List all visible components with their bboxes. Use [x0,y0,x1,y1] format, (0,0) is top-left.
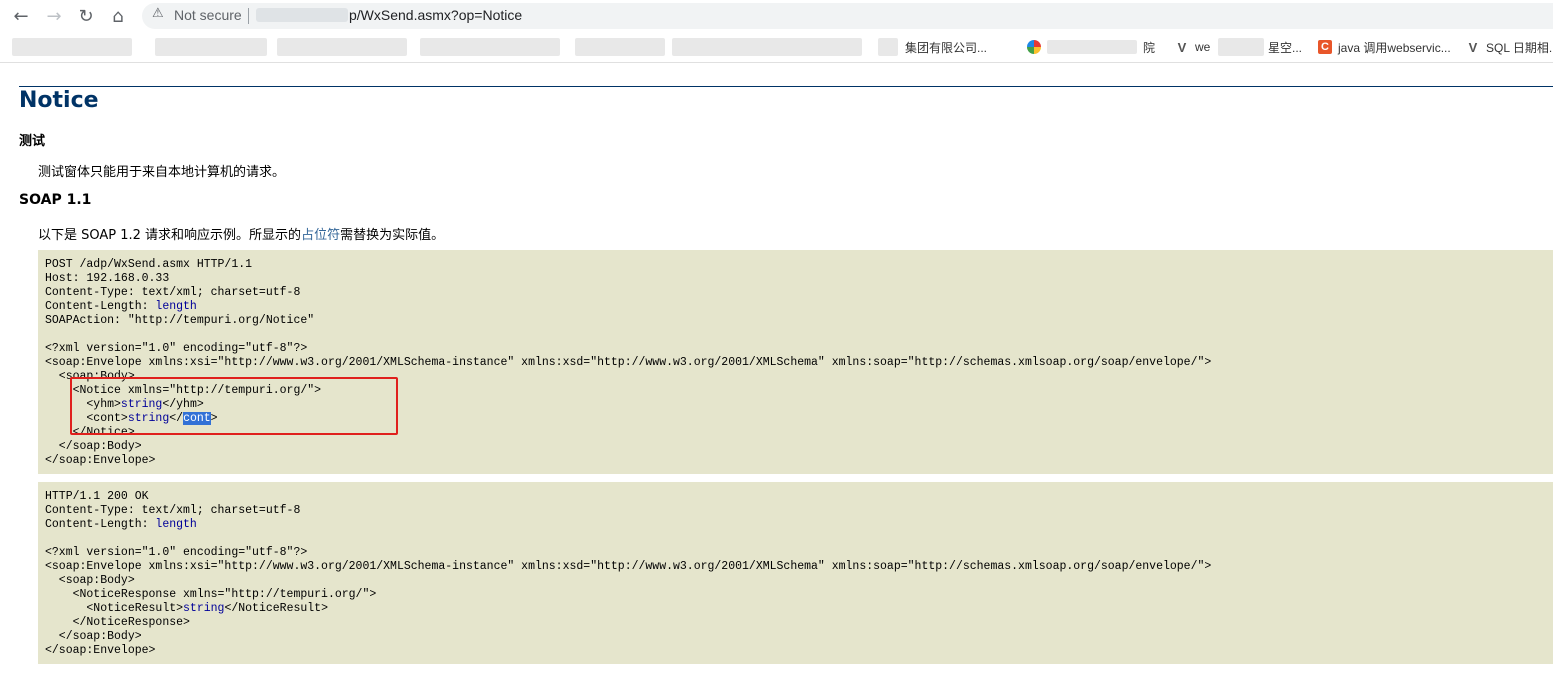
bookmark-label: java 调用webservic... [1338,40,1451,55]
intro-suffix: 需替换为实际值。 [340,228,445,243]
code-line: </NoticeResult> [224,602,328,615]
bookmark-item[interactable]: 院 [1027,38,1155,56]
code-line: Content-Length: [45,300,156,313]
intro-prefix: 以下是 SOAP 1.2 请求和响应示例。所显示的 [38,228,302,243]
v-logo-icon: V [1468,39,1478,55]
bookmark-redacted [12,38,132,56]
heading-rule [19,86,1553,87]
intro-text: 以下是 SOAP 1.2 请求和响应示例。所显示的占位符需替换为实际值。 [38,224,444,243]
response-code: HTTP/1.1 200 OK Content-Type: text/xml; … [45,490,1211,658]
placeholder-link[interactable]: 占位符 [301,228,340,243]
omnibox-divider [248,8,249,24]
url-redacted-host [256,8,348,22]
code-line: Content-Type: text/xml; charset=utf-8 [45,504,301,517]
bookmark-redacted [878,38,898,56]
code-line: Content-Type: text/xml; charset=utf-8 [45,286,301,299]
annotation-red-box [70,377,398,435]
bookmark-redacted [1047,40,1137,54]
test-note: 测试窗体只能用于来自本地计算机的请求。 [38,165,286,180]
code-line: <NoticeResponse xmlns="http://tempuri.or… [45,588,377,601]
warning-triangle-icon[interactable]: ⚠ [152,6,164,21]
response-code-block: HTTP/1.1 200 OK Content-Type: text/xml; … [38,482,1553,664]
code-line: Content-Length: [45,518,156,531]
bookmark-redacted [277,38,407,56]
bookmark-label: 集团有限公司... [905,40,988,55]
code-line: <soap:Body> [45,574,135,587]
code-line: </NoticeResponse> [45,616,190,629]
bookmark-item[interactable]: C java 调用webservic... [1318,38,1451,56]
bookmark-label: 星空... [1268,40,1303,55]
bookmark-item[interactable]: V SQL 日期相... [1466,38,1553,56]
request-code: POST /adp/WxSend.asmx HTTP/1.1 Host: 192… [45,258,1211,468]
code-line: <?xml version="1.0" encoding="utf-8"?> [45,546,308,559]
security-status[interactable]: Not secure [174,7,242,23]
code-line: POST /adp/WxSend.asmx HTTP/1.1 [45,258,253,271]
bookmark-redacted [1218,38,1264,56]
page-title: Notice [19,88,99,113]
bookmark-redacted [155,38,267,56]
code-line: </soap:Body> [45,630,142,643]
bookmark-label: SQL 日期相... [1486,40,1553,55]
placeholder-value: length [155,518,197,531]
soap-heading: SOAP 1.1 [19,192,92,208]
code-line: <?xml version="1.0" encoding="utf-8"?> [45,342,308,355]
home-icon[interactable]: ⌂ [106,4,130,28]
bookmark-item[interactable]: 集团有限公司... [905,38,987,56]
bookmarks-bar: 集团有限公司... 院 V we 星空... C java 调用webservi… [0,32,1553,63]
bookmark-redacted [420,38,560,56]
code-line: SOAPAction: "http://tempuri.org/Notice" [45,314,315,327]
forward-arrow-icon[interactable]: → [42,4,66,28]
code-line: <soap:Envelope xmlns:xsi="http://www.w3.… [45,356,1212,369]
bookmark-item[interactable]: V we [1175,38,1211,56]
placeholder-value: string [183,602,225,615]
test-heading: 测试 [19,134,46,149]
placeholder-value: length [155,300,197,313]
code-line: </soap:Envelope> [45,644,156,657]
bookmark-redacted [672,38,862,56]
bookmark-label: we [1195,40,1211,54]
colorful-orb-icon [1027,40,1041,54]
code-line: <soap:Envelope xmlns:xsi="http://www.w3.… [45,560,1212,573]
code-line: </soap:Body> [45,440,142,453]
csdn-c-icon: C [1318,40,1332,54]
reload-icon[interactable]: ↻ [74,4,98,28]
code-line: HTTP/1.1 200 OK [45,490,149,503]
url-text[interactable]: p/WxSend.asmx?op=Notice [349,7,522,23]
bookmark-label: 院 [1143,40,1156,55]
browser-toolbar: ← → ↻ ⌂ ⚠ Not secure p/WxSend.asmx?op=No… [0,0,1553,32]
code-line: <NoticeResult> [45,602,184,615]
bookmark-redacted [575,38,665,56]
bookmark-item[interactable]: 星空... [1268,38,1302,56]
back-arrow-icon[interactable]: ← [9,4,33,28]
code-line: </soap:Envelope> [45,454,156,467]
v-logo-icon: V [1177,39,1187,55]
request-code-block: POST /adp/WxSend.asmx HTTP/1.1 Host: 192… [38,250,1553,474]
code-line: Host: 192.168.0.33 [45,272,170,285]
